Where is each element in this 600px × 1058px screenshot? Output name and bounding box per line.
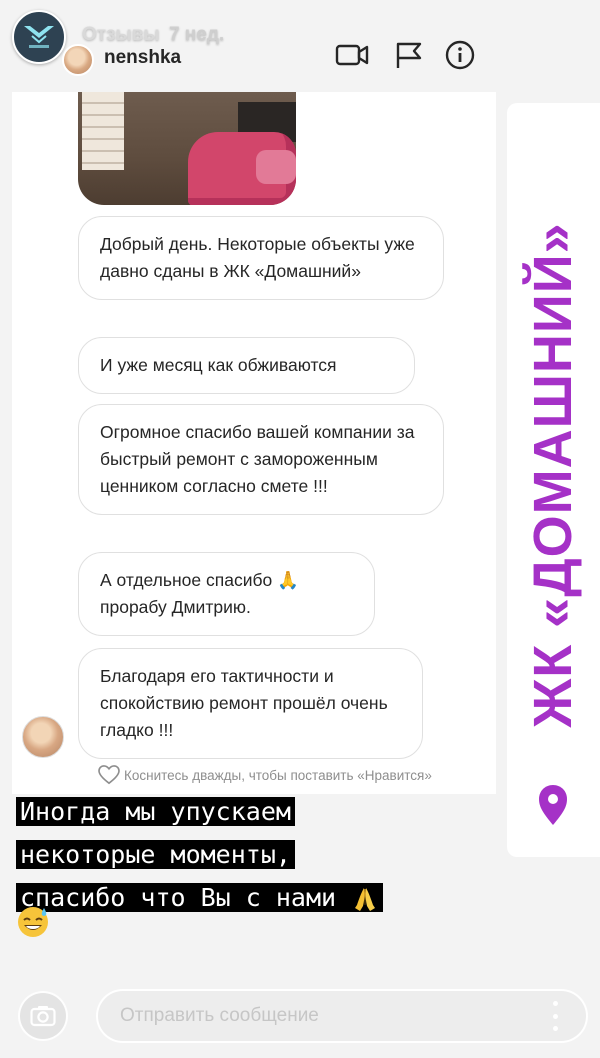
post-user-avatar[interactable]	[62, 44, 94, 76]
message-bubble[interactable]: Благодаря его тактичности и спокойствию …	[78, 648, 423, 759]
sender-avatar	[22, 716, 64, 758]
story-account-name[interactable]: Отзывы	[82, 24, 160, 45]
story-account-meta: Отзывы 7 нед.	[82, 24, 224, 46]
story-account-avatar[interactable]	[12, 10, 66, 64]
story-header: Отзывы 7 нед. nenshka	[0, 0, 600, 90]
location-pin-icon	[539, 785, 567, 825]
more-icon[interactable]	[550, 1001, 560, 1031]
dm-conversation: Добрый день. Некоторые объекты уже давно…	[12, 92, 496, 794]
like-hint-text: Коснитесь дважды, чтобы поставить «Нрави…	[124, 767, 432, 783]
location-sticker-text: ЖК «ДОМАШНИЙ»	[523, 222, 583, 728]
shared-photo[interactable]	[78, 92, 296, 205]
post-username[interactable]: nenshka	[104, 47, 181, 69]
like-hint: Коснитесь дважды, чтобы поставить «Нрави…	[98, 765, 432, 785]
flag-icon[interactable]	[392, 40, 426, 70]
logo-icon	[24, 26, 54, 48]
caption-line: Иногда мы упускаем	[16, 797, 295, 826]
camera-button[interactable]	[18, 991, 68, 1041]
video-call-icon[interactable]	[335, 40, 369, 70]
praying-hands-emoji	[355, 888, 376, 911]
heart-icon[interactable]	[98, 765, 120, 785]
send-message-input[interactable]	[96, 989, 588, 1043]
story-time-ago: 7 нед.	[168, 24, 225, 45]
story-caption: Иногда мы упускаем некоторые моменты, сп…	[16, 790, 502, 919]
message-bubble[interactable]: Добрый день. Некоторые объекты уже давно…	[78, 216, 444, 300]
message-bubble[interactable]: И уже месяц как обживаются	[78, 337, 415, 394]
message-bubble[interactable]: Огромное спасибо вашей компании за быстр…	[78, 404, 444, 515]
caption-line: спасибо что Вы с нами	[20, 883, 337, 912]
location-sticker[interactable]: ЖК «ДОМАШНИЙ»	[507, 103, 600, 857]
camera-icon	[30, 1006, 56, 1027]
info-icon[interactable]	[443, 40, 477, 70]
caption-line: некоторые моменты,	[16, 840, 295, 869]
sweat-smile-emoji	[18, 907, 48, 937]
message-bubble[interactable]: А отдельное спасибо 🙏 прорабу Дмитрию.	[78, 552, 375, 636]
